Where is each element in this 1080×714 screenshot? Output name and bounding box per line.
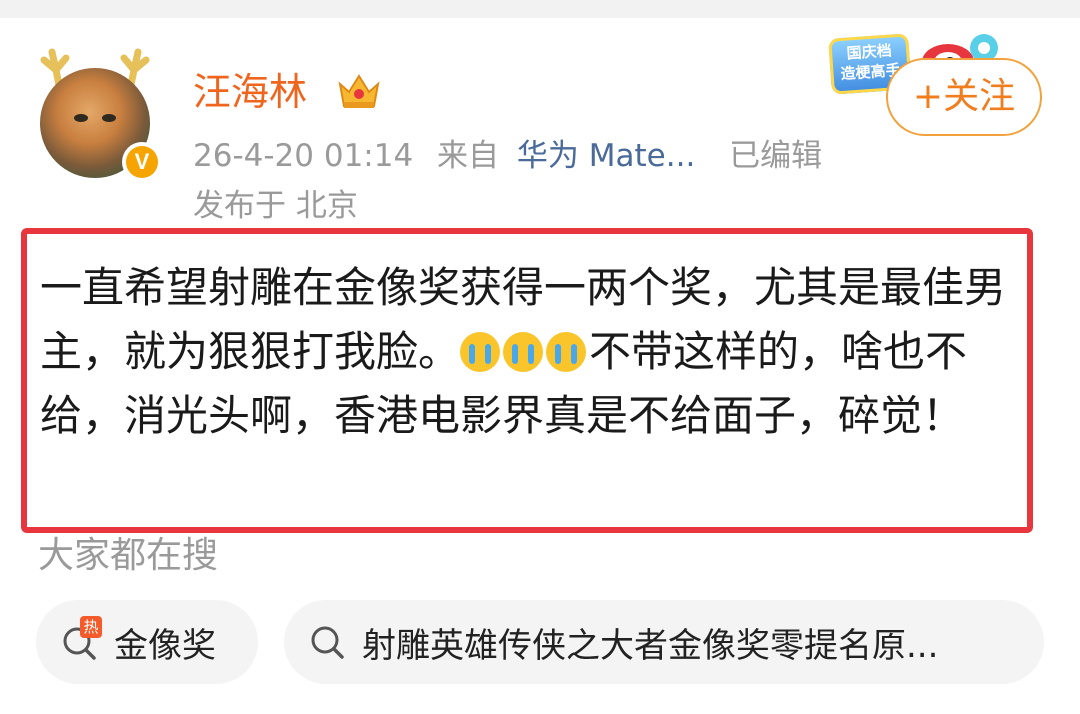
post-content: 一直希望射雕在金像奖获得一两个奖，尤其是最佳男主，就为狠狠打我脸。 不带这样的，啥… xyxy=(40,256,1030,448)
username[interactable]: 汪海林 xyxy=(193,66,307,118)
post-timestamp: 26-4-20 01:14 xyxy=(193,138,414,174)
crown-icon xyxy=(338,74,380,108)
hot-badge-icon: 热 xyxy=(80,616,102,638)
follow-button[interactable]: +关注 xyxy=(886,58,1042,136)
source-prefix: 来自 xyxy=(437,138,500,174)
search-icon xyxy=(311,626,344,659)
crying-emoji-icon xyxy=(460,332,501,372)
verified-v-badge-icon: V xyxy=(122,142,162,182)
search-chip-shediao[interactable]: 射雕英雄传侠之大者金像奖零提名原... xyxy=(284,600,1044,684)
search-section-title: 大家都在搜 xyxy=(38,535,219,576)
edited-label: 已编辑 xyxy=(729,138,823,174)
source-device-link[interactable]: 华为 Mate... xyxy=(517,138,695,174)
crying-emoji-icon xyxy=(546,332,587,372)
crying-emoji-icon xyxy=(503,332,544,372)
post-meta: 26-4-20 01:14 来自 华为 Mate... 已编辑 xyxy=(193,134,836,178)
search-chip-label: 射雕英雄传侠之大者金像奖零提名原... xyxy=(362,625,939,666)
post-location: 发布于 北京 xyxy=(193,188,358,224)
search-chip-jinxiangjiang[interactable]: 热 金像奖 xyxy=(36,600,258,684)
user-avatar-group[interactable]: V xyxy=(30,40,170,182)
emoji-group xyxy=(460,327,589,376)
top-bar xyxy=(0,0,1080,18)
search-chip-label: 金像奖 xyxy=(114,625,216,666)
